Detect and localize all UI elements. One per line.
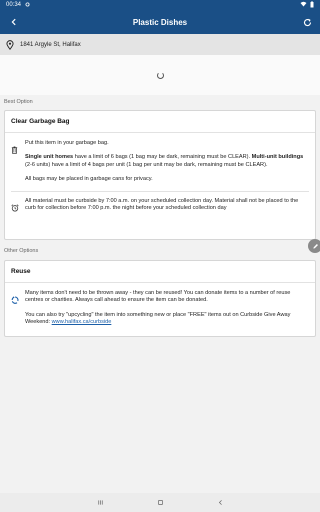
multi-unit-text: (2-6 units) have a limit of 4 bags per u… bbox=[25, 161, 268, 168]
reuse-row: Many items don't need to be thrown away … bbox=[5, 283, 315, 334]
privacy-text: All bags may be placed in garbage cans f… bbox=[25, 176, 153, 183]
recent-apps-icon bbox=[97, 500, 103, 505]
best-option-title: Clear Garbage Bag bbox=[5, 111, 315, 133]
recycle-icon bbox=[11, 290, 25, 334]
refresh-icon bbox=[303, 18, 311, 26]
instruction-text: Put this item in your garbage bag. bbox=[25, 140, 109, 146]
timing-text: All material must be curbside by 7:00 a.… bbox=[25, 197, 299, 212]
upcycle-paragraph: You can also try "upcycling" the item in… bbox=[25, 312, 309, 327]
address-text: 1841 Argyle St, Halifax bbox=[20, 41, 81, 48]
status-bar: 00:34 bbox=[0, 0, 320, 10]
back-button[interactable] bbox=[0, 10, 28, 34]
page-title: Plastic Dishes bbox=[132, 17, 188, 27]
settings-status-icon bbox=[25, 1, 30, 9]
collection-timing: All material must be curbside by 7:00 a.… bbox=[5, 192, 315, 220]
loading-area bbox=[0, 55, 320, 95]
single-unit-label: Single unit homes bbox=[25, 154, 74, 161]
battery-icon bbox=[310, 0, 314, 10]
multi-unit-label: Multi-unit buildings bbox=[251, 154, 304, 161]
pencil-icon bbox=[312, 243, 318, 249]
arrow-left-icon bbox=[11, 18, 16, 26]
home-icon bbox=[157, 500, 163, 505]
home-button[interactable] bbox=[153, 496, 167, 510]
refresh-button[interactable] bbox=[294, 10, 320, 34]
bag-limits-text: Single unit homes have a limit of 6 bags… bbox=[25, 154, 309, 169]
other-options-label: Other Options bbox=[4, 248, 39, 254]
reuse-text: Many items don't need to be thrown away … bbox=[25, 290, 291, 304]
loading-spinner-icon bbox=[156, 71, 164, 79]
best-option-label: Best Option bbox=[4, 99, 33, 105]
recent-apps-button[interactable] bbox=[93, 496, 107, 510]
app-bar: Plastic Dishes bbox=[0, 10, 320, 34]
other-options-card: Reuse Many items don't need to be thrown… bbox=[4, 260, 316, 337]
system-back-button[interactable] bbox=[213, 496, 227, 510]
best-option-card: Clear Garbage Bag Put this item in your … bbox=[4, 110, 316, 240]
location-pin-icon bbox=[5, 39, 15, 51]
alarm-clock-icon bbox=[11, 198, 25, 220]
trash-can-icon bbox=[11, 140, 25, 191]
single-unit-text: have a limit of 6 bags (1 bag may be dar… bbox=[73, 154, 252, 161]
status-time: 00:34 bbox=[6, 2, 22, 8]
wifi-icon bbox=[300, 1, 307, 9]
edit-button[interactable] bbox=[308, 239, 320, 253]
reuse-title: Reuse bbox=[5, 261, 315, 283]
address-bar[interactable]: 1841 Argyle St, Halifax bbox=[0, 34, 320, 55]
chevron-left-icon bbox=[218, 500, 222, 505]
curbside-link[interactable]: www.halifax.ca/curbside bbox=[52, 319, 112, 325]
garbage-instructions: Put this item in your garbage bag. Singl… bbox=[5, 133, 315, 191]
system-nav-bar bbox=[0, 493, 320, 512]
